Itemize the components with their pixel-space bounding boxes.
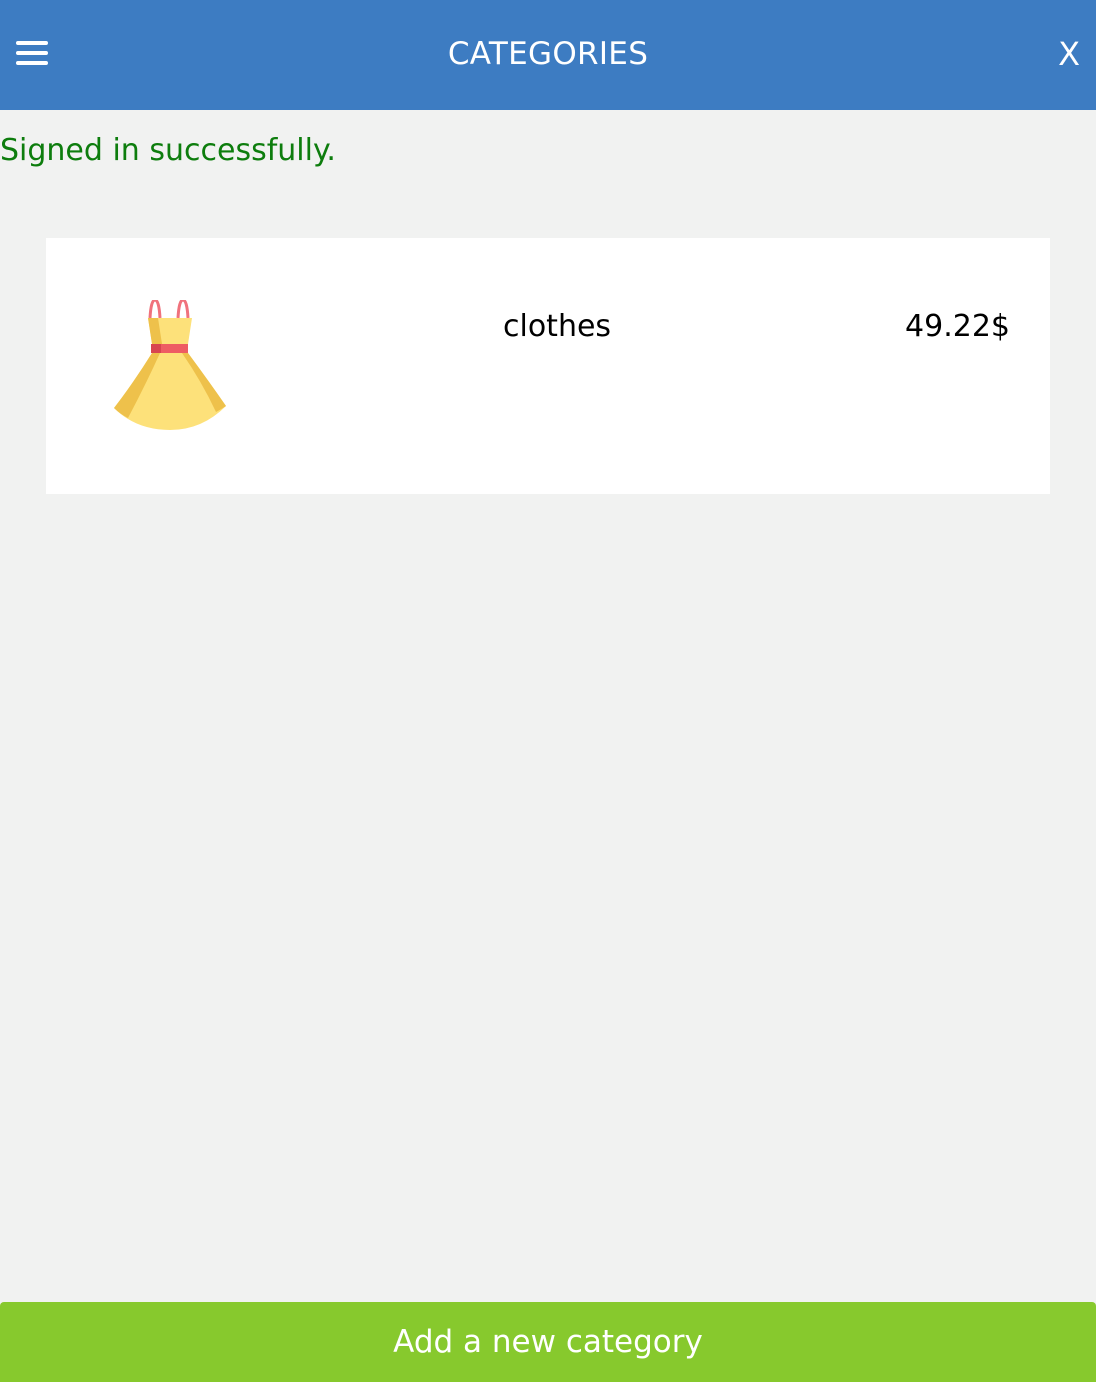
category-card[interactable]: clothes 49.22$ xyxy=(46,238,1050,494)
category-price: 49.22$ xyxy=(905,309,1010,344)
add-category-button[interactable]: Add a new category xyxy=(0,1302,1096,1382)
dress-icon xyxy=(114,300,226,430)
page-title: CATEGORIES xyxy=(447,36,649,72)
category-name: clothes xyxy=(503,309,612,344)
flash-message: Signed in successfully. xyxy=(0,133,336,168)
close-button[interactable]: X xyxy=(1058,34,1080,74)
app-header: CATEGORIES X xyxy=(0,0,1096,110)
